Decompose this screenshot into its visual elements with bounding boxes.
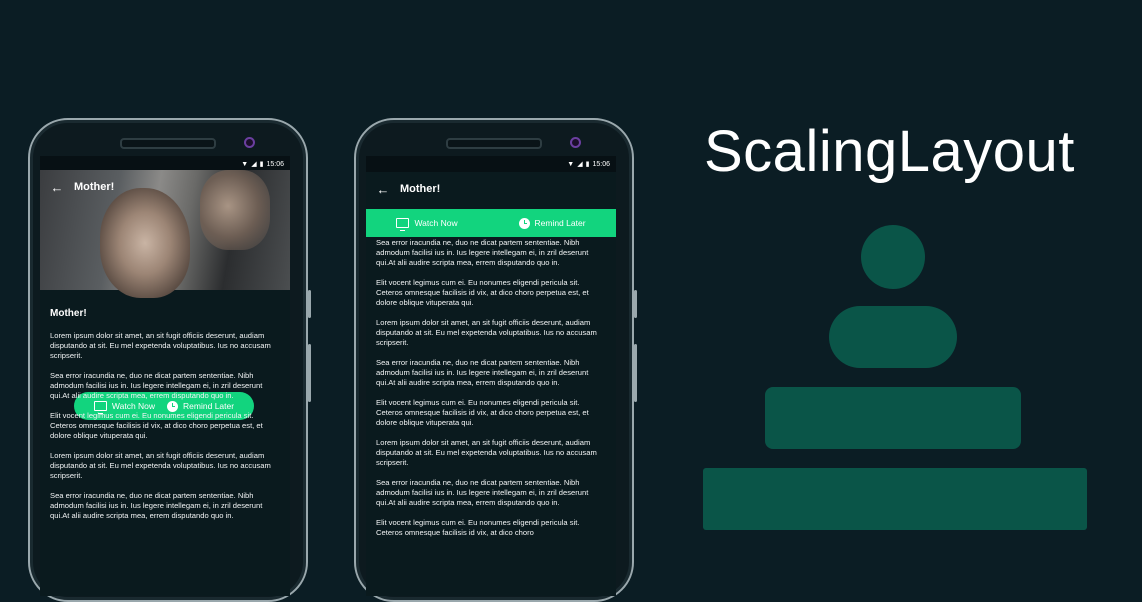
phone-speaker bbox=[446, 138, 542, 149]
phone-side-button bbox=[634, 290, 637, 318]
paragraph: Sea error iracundia ne, duo ne dicat par… bbox=[376, 478, 589, 507]
scaling-shape-rect bbox=[703, 468, 1087, 530]
phone-volume-button bbox=[308, 344, 311, 402]
paragraph: Elit vocent legimus cum ei. Eu nonumes e… bbox=[376, 278, 589, 307]
movie-title: Mother! bbox=[50, 308, 87, 319]
remind-later-button[interactable]: Remind Later bbox=[518, 217, 586, 229]
toolbar: ← Mother! bbox=[40, 170, 290, 204]
wifi-icon: ▼ bbox=[567, 160, 575, 168]
phone-camera bbox=[244, 137, 255, 148]
toolbar-title: Mother! bbox=[74, 181, 115, 193]
movie-description: Mother! Lorem ipsum dolor sit amet, an s… bbox=[50, 308, 278, 531]
paragraph: Elit vocent legimus cum ei. Eu nonumes e… bbox=[50, 411, 263, 440]
paragraph: Sea error iracundia ne, duo ne dicat par… bbox=[50, 371, 263, 400]
phone-volume-button bbox=[634, 344, 637, 402]
battery-icon: ▮ bbox=[259, 161, 264, 168]
scaling-layout-bar[interactable]: Watch Now Remind Later bbox=[366, 209, 616, 237]
paragraph: Sea error iracundia ne, duo ne dicat par… bbox=[50, 491, 263, 520]
back-arrow-icon[interactable]: ← bbox=[366, 182, 400, 197]
phone-screen: ▼ ◢ ▮ 15:06 ← Mother! Watch Now Remind L… bbox=[40, 156, 290, 596]
phone-side-button bbox=[308, 290, 311, 318]
remind-later-label: Remind Later bbox=[534, 218, 586, 228]
wifi-icon: ▼ bbox=[241, 160, 249, 168]
paragraph: Sea error iracundia ne, duo ne dicat par… bbox=[376, 358, 589, 387]
paragraph: Elit vocent legimus cum ei. Eu nonumes e… bbox=[376, 518, 580, 537]
status-bar: ▼ ◢ ▮ 15:06 bbox=[366, 156, 616, 172]
brand-title: ScalingLayout bbox=[704, 119, 1075, 184]
paragraph: Lorem ipsum dolor sit amet, an sit fugit… bbox=[50, 331, 271, 360]
signal-icon: ◢ bbox=[577, 161, 583, 168]
toolbar-title: Mother! bbox=[400, 183, 441, 195]
toolbar: ← Mother! bbox=[366, 172, 616, 206]
paragraph: Lorem ipsum dolor sit amet, an sit fugit… bbox=[376, 318, 597, 347]
paragraph: Sea error iracundia ne, duo ne dicat par… bbox=[376, 238, 589, 267]
movie-description: Sea error iracundia ne, duo ne dicat par… bbox=[376, 238, 608, 548]
status-time: 15:06 bbox=[592, 160, 610, 168]
phone-screen: ▼ ◢ ▮ 15:06 ← Mother! Watch Now Remind L… bbox=[366, 156, 616, 596]
poster-figure bbox=[100, 188, 190, 298]
paragraph: Elit vocent legimus cum ei. Eu nonumes e… bbox=[376, 398, 589, 427]
battery-icon: ▮ bbox=[585, 161, 590, 168]
phone-collapsed-mockup: ▼ ◢ ▮ 15:06 ← Mother! Watch Now Remind L… bbox=[354, 118, 637, 602]
status-time: 15:06 bbox=[266, 160, 284, 168]
scaling-shape-circle bbox=[861, 225, 925, 289]
paragraph: Lorem ipsum dolor sit amet, an sit fugit… bbox=[376, 438, 597, 467]
tv-icon bbox=[396, 218, 410, 231]
watch-now-button[interactable]: Watch Now bbox=[396, 218, 458, 231]
scaling-shape-pill bbox=[829, 306, 957, 368]
paragraph: Lorem ipsum dolor sit amet, an sit fugit… bbox=[50, 451, 271, 480]
phone-speaker bbox=[120, 138, 216, 149]
clock-icon bbox=[518, 217, 530, 229]
watch-now-label: Watch Now bbox=[414, 218, 458, 228]
scaling-shape-rounded-rect bbox=[765, 387, 1021, 449]
back-arrow-icon[interactable]: ← bbox=[40, 180, 74, 195]
signal-icon: ◢ bbox=[251, 161, 257, 168]
phone-expanded-mockup: ▼ ◢ ▮ 15:06 ← Mother! Watch Now Remind L… bbox=[28, 118, 311, 602]
phone-camera bbox=[570, 137, 581, 148]
